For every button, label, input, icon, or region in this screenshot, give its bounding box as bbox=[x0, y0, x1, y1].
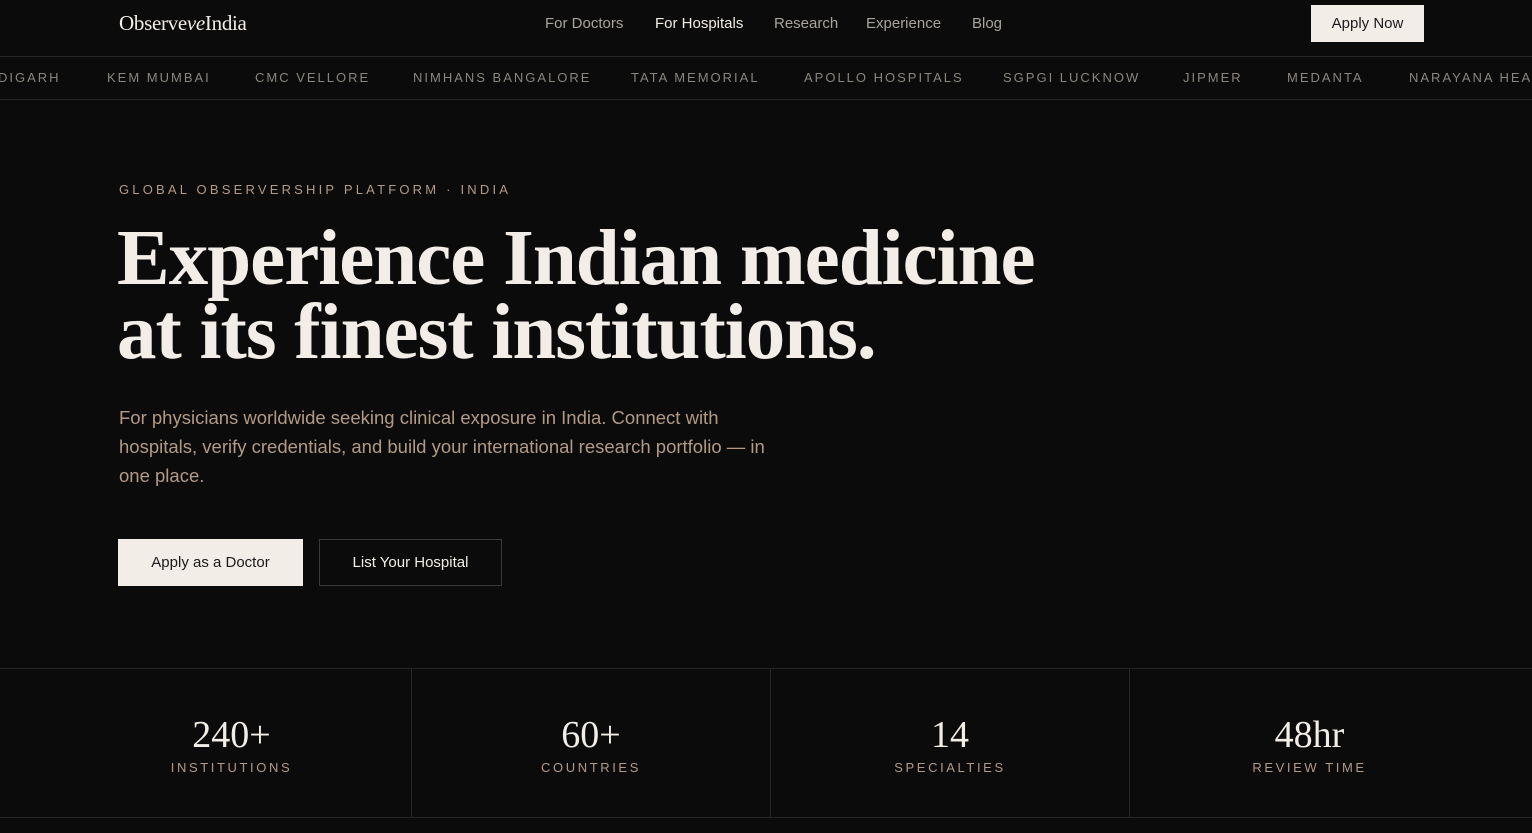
ticker-item: APOLLO HOSPITALS bbox=[804, 70, 964, 85]
stat-review-time: 48hr REVIEW TIME bbox=[1129, 669, 1489, 818]
hero-description: For physicians worldwide seeking clinica… bbox=[119, 407, 765, 486]
list-hospital-button[interactable]: List Your Hospital bbox=[319, 539, 502, 586]
stat-label: REVIEW TIME bbox=[1252, 760, 1367, 775]
stat-value: 240+ bbox=[192, 714, 271, 756]
stats-bar: 240+ INSTITUTIONS 60+ COUNTRIES 14 SPECI… bbox=[0, 668, 1532, 818]
hero-eyebrow: GLOBAL OBSERVERSHIP PLATFORM · INDIA bbox=[119, 182, 512, 197]
nav-link-for-hospitals[interactable]: For Hospitals bbox=[655, 15, 743, 32]
ticker-item: CMC VELLORE bbox=[255, 70, 371, 85]
stat-label: SPECIALTIES bbox=[894, 760, 1006, 775]
ticker-item: NARAYANA HEAL bbox=[1409, 70, 1532, 85]
nav-link-experience[interactable]: Experience bbox=[866, 15, 941, 32]
hero-headline-line-2: at its finest institutions. bbox=[117, 289, 877, 376]
nav-links: For Doctors For Hospitals Research Exper… bbox=[0, 0, 1532, 48]
stat-institutions: 240+ INSTITUTIONS bbox=[52, 669, 411, 818]
stat-label: INSTITUTIONS bbox=[170, 760, 293, 775]
institution-ticker: DIGARH KEM MUMBAI CMC VELLORE NIMHANS BA… bbox=[0, 57, 1532, 100]
stat-countries: 60+ COUNTRIES bbox=[411, 669, 770, 818]
stat-value: 60+ bbox=[561, 714, 621, 756]
hero-headline: Experience Indian medicine at its finest… bbox=[117, 215, 1077, 376]
nav-link-research[interactable]: Research bbox=[774, 15, 838, 32]
stat-label: COUNTRIES bbox=[541, 760, 641, 775]
stat-value: 48hr bbox=[1274, 714, 1345, 756]
nav-link-blog[interactable]: Blog bbox=[972, 15, 1002, 32]
apply-now-button[interactable]: Apply Now bbox=[1311, 5, 1424, 42]
hero-headline-line-1: Experience Indian medicine bbox=[117, 215, 1036, 302]
ticker-item: SGPGI LUCKNOW bbox=[1003, 70, 1141, 85]
ticker-item: JIPMER bbox=[1183, 70, 1243, 85]
stat-value: 14 bbox=[931, 714, 969, 756]
nav-link-for-doctors[interactable]: For Doctors bbox=[545, 15, 623, 32]
apply-as-doctor-button[interactable]: Apply as a Doctor bbox=[118, 539, 303, 586]
top-nav: ObserveveIndia For Doctors For Hospitals… bbox=[0, 0, 1532, 57]
ticker-item: TATA MEMORIAL bbox=[631, 70, 760, 85]
ticker-item: DIGARH bbox=[0, 70, 61, 85]
ticker-item: KEM MUMBAI bbox=[107, 70, 211, 85]
ticker-item: NIMHANS BANGALORE bbox=[413, 70, 592, 85]
ticker-item: MEDANTA bbox=[1287, 70, 1364, 85]
stat-specialties: 14 SPECIALTIES bbox=[770, 669, 1129, 818]
